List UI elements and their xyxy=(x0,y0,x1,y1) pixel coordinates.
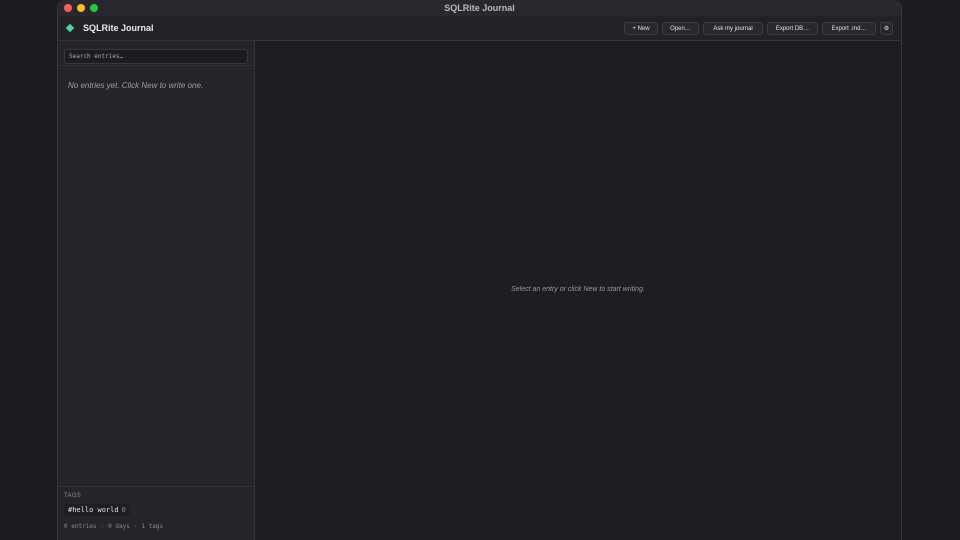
empty-entries-message: No entries yet. Click New to write one. xyxy=(68,81,204,90)
stats-separator: · xyxy=(133,523,138,530)
app-window: SQLRite Journal SQLRite Journal + New Op… xyxy=(57,0,902,540)
app-toolbar: SQLRite Journal + New Open… Ask my journ… xyxy=(58,16,901,41)
toolbar-actions: + New Open… Ask my journal Export DB… Ex… xyxy=(624,22,893,35)
new-entry-button[interactable]: + New xyxy=(624,22,658,35)
tag-count: 0 xyxy=(121,506,126,514)
days-count: 0 days xyxy=(108,523,130,530)
app-name: SQLRite Journal xyxy=(83,23,154,33)
ask-journal-button[interactable]: Ask my journal xyxy=(703,22,763,35)
diamond-icon xyxy=(65,23,75,33)
search-input[interactable] xyxy=(64,49,248,64)
gear-icon: ⚙ xyxy=(883,26,890,32)
sidebar: No entries yet. Click New to write one. … xyxy=(58,41,255,540)
window-controls xyxy=(64,4,98,12)
tag-chip[interactable]: #hello world 0 xyxy=(64,504,130,516)
entries-count: 0 entries xyxy=(64,523,97,530)
editor-area: Select an entry or click New to start wr… xyxy=(255,41,901,540)
export-db-button[interactable]: Export DB… xyxy=(767,22,818,35)
search-container xyxy=(58,41,254,66)
tag-name: #hello world xyxy=(68,506,119,514)
zoom-window-button[interactable] xyxy=(90,4,98,12)
window-title: SQLRite Journal xyxy=(444,3,515,13)
desktop: SQLRite Journal SQLRite Journal + New Op… xyxy=(0,0,960,540)
tags-count: 1 tags xyxy=(141,523,164,530)
settings-button[interactable]: ⚙ xyxy=(880,22,893,35)
export-md-button[interactable]: Export .md… xyxy=(822,22,876,35)
stats-separator: · xyxy=(100,523,105,530)
brand: SQLRite Journal xyxy=(65,23,154,33)
minimize-window-button[interactable] xyxy=(77,4,85,12)
title-bar: SQLRite Journal xyxy=(58,0,901,16)
open-button[interactable]: Open… xyxy=(662,22,699,35)
editor-placeholder: Select an entry or click New to start wr… xyxy=(511,286,645,293)
journal-stats: 0 entries · 0 days · 1 tags xyxy=(64,523,248,530)
tags-heading: TAGS xyxy=(64,493,82,499)
tags-panel: TAGS #hello world 0 0 entries · 0 days ·… xyxy=(58,486,254,540)
close-window-button[interactable] xyxy=(64,4,72,12)
